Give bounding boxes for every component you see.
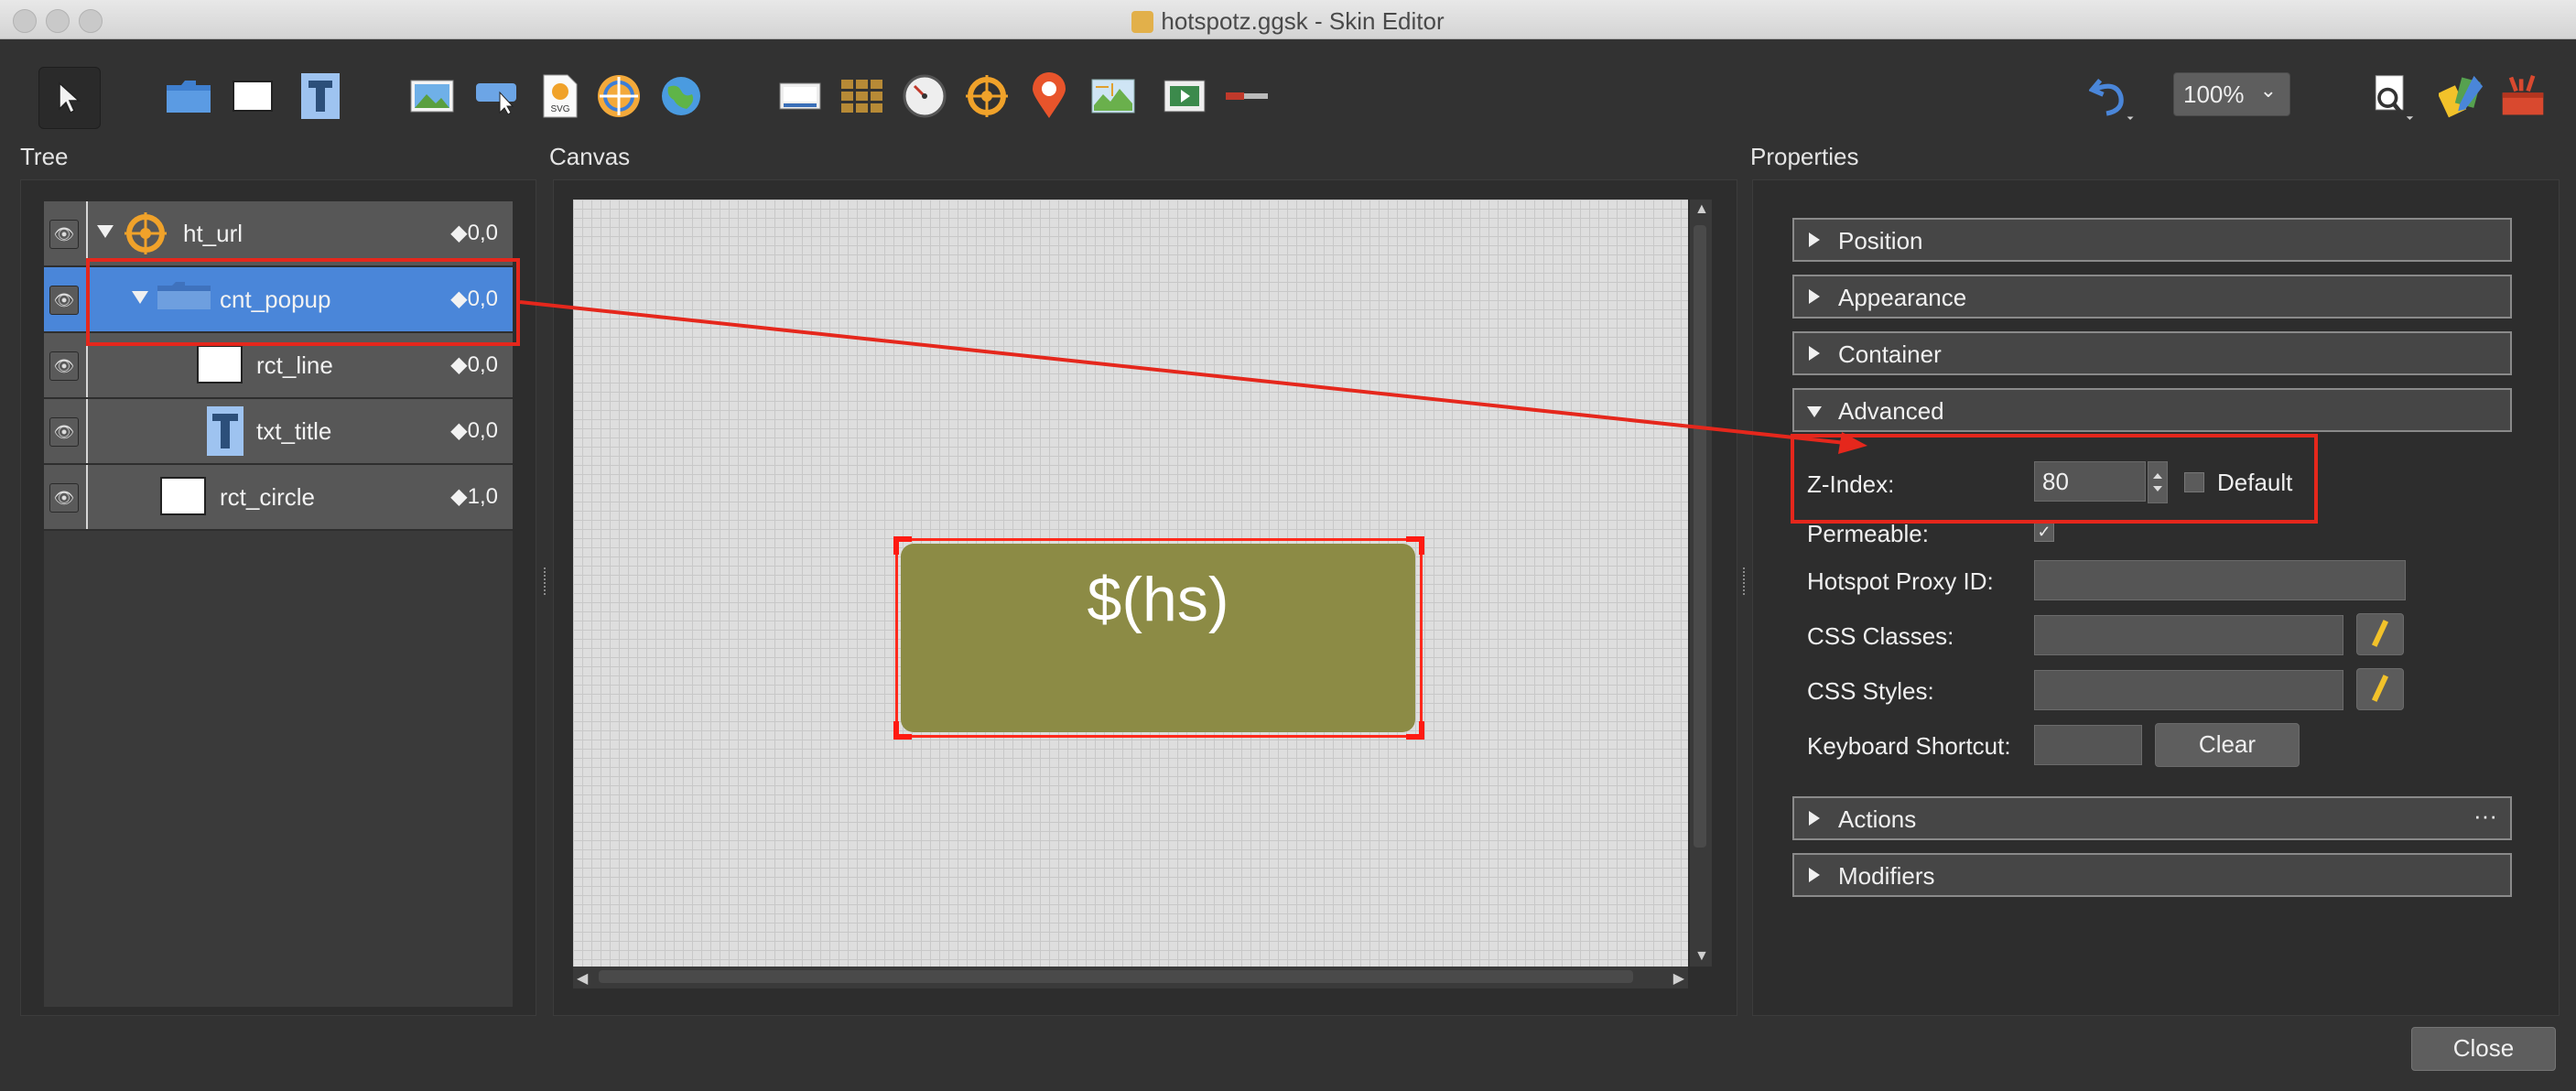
skin-editor-window: hotspotz.ggsk - Skin Editor SVG 100% ⌄ T… [0,0,2576,1091]
close-button[interactable]: Close [2411,1027,2556,1071]
annotation-arrow [519,300,1867,454]
